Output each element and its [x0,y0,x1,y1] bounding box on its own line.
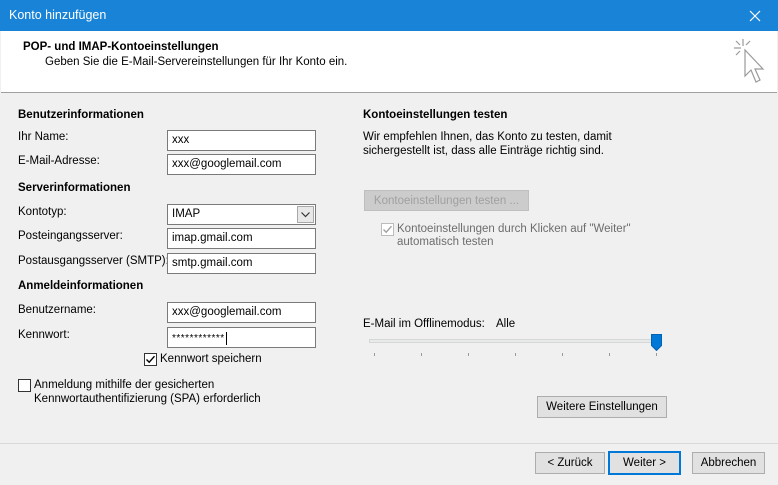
slider-tick [374,353,375,356]
chevron-down-icon [301,211,310,217]
email-input[interactable]: xxx@googlemail.com [167,154,316,175]
slider-tick [609,353,610,356]
account-type-value: IMAP [172,208,201,220]
slider-tick [656,353,657,356]
slider-tick [468,353,469,356]
remember-password-checkbox[interactable] [144,353,157,366]
incoming-server-input[interactable]: imap.gmail.com [167,228,316,249]
spa-label-line1[interactable]: Anmeldung mithilfe der gesicherten [34,379,214,391]
auto-test-label-line1[interactable]: Kontoeinstellungen durch Klicken auf "We… [397,223,631,235]
close-button[interactable] [732,0,778,31]
more-settings-button[interactable]: Weitere Einstellungen [537,396,667,418]
close-icon [749,10,761,21]
slider-tick [562,353,563,356]
cursor-click-icon [734,39,765,83]
username-label: Benutzername: [18,304,96,316]
incoming-server-label: Posteingangsserver: [18,230,123,242]
cancel-button[interactable]: Abbrechen [692,452,765,474]
outgoing-server-label: Postausgangsserver (SMTP): [18,255,169,267]
test-desc-line2: sichergestellt ist, dass alle Einträge r… [363,145,604,157]
offline-value: Alle [496,318,516,330]
test-settings-section: Kontoeinstellungen testen [363,109,508,121]
offline-label: E-Mail im Offlinemodus: [363,318,485,330]
next-button[interactable]: Weiter > [608,451,681,475]
title-bar: Konto hinzufügen [0,0,778,31]
server-info-section: Serverinformationen [18,182,131,194]
user-info-section: Benutzerinformationen [18,109,144,121]
outgoing-server-input[interactable]: smtp.gmail.com [167,253,316,274]
password-value: ************ [172,333,225,345]
test-desc-line1: Wir empfehlen Ihnen, das Konto zu testen… [363,131,612,143]
test-settings-button[interactable]: Kontoeinstellungen testen ... [364,190,529,211]
window-title: Konto hinzufügen [9,8,107,22]
account-type-label: Kontotyp: [18,206,67,218]
name-label: Ihr Name: [18,131,69,143]
checkmark-icon [146,355,156,364]
dropdown-button[interactable] [297,206,314,223]
spa-checkbox[interactable] [18,379,31,392]
checkmark-icon [383,225,393,234]
remember-password-label[interactable]: Kennwort speichern [160,353,262,365]
offline-slider-track[interactable] [369,339,657,343]
email-label: E-Mail-Adresse: [18,155,100,167]
password-label: Kennwort: [18,329,70,341]
slider-tick [421,353,422,356]
username-input[interactable]: xxx@googlemail.com [167,302,316,323]
header-title: POP- und IMAP-Kontoeinstellungen [23,41,219,53]
auto-test-label-line2[interactable]: automatisch testen [397,236,494,248]
account-type-select[interactable]: IMAP [167,204,316,225]
header-subtitle: Geben Sie die E-Mail-Servereinstellungen… [45,56,348,68]
offline-slider-thumb[interactable] [651,334,662,351]
auto-test-checkbox[interactable] [381,223,394,236]
password-input[interactable]: ************ [167,327,316,348]
text-caret [225,332,227,345]
wizard-header: POP- und IMAP-Kontoeinstellungen Geben S… [1,31,777,93]
login-info-section: Anmeldeinformationen [18,280,144,292]
name-input[interactable]: xxx [167,130,316,151]
slider-tick [515,353,516,356]
footer-divider [0,443,778,444]
back-button[interactable]: < Zurück [535,452,605,474]
spa-label-line2[interactable]: Kennwortauthentifizierung (SPA) erforder… [34,393,261,405]
